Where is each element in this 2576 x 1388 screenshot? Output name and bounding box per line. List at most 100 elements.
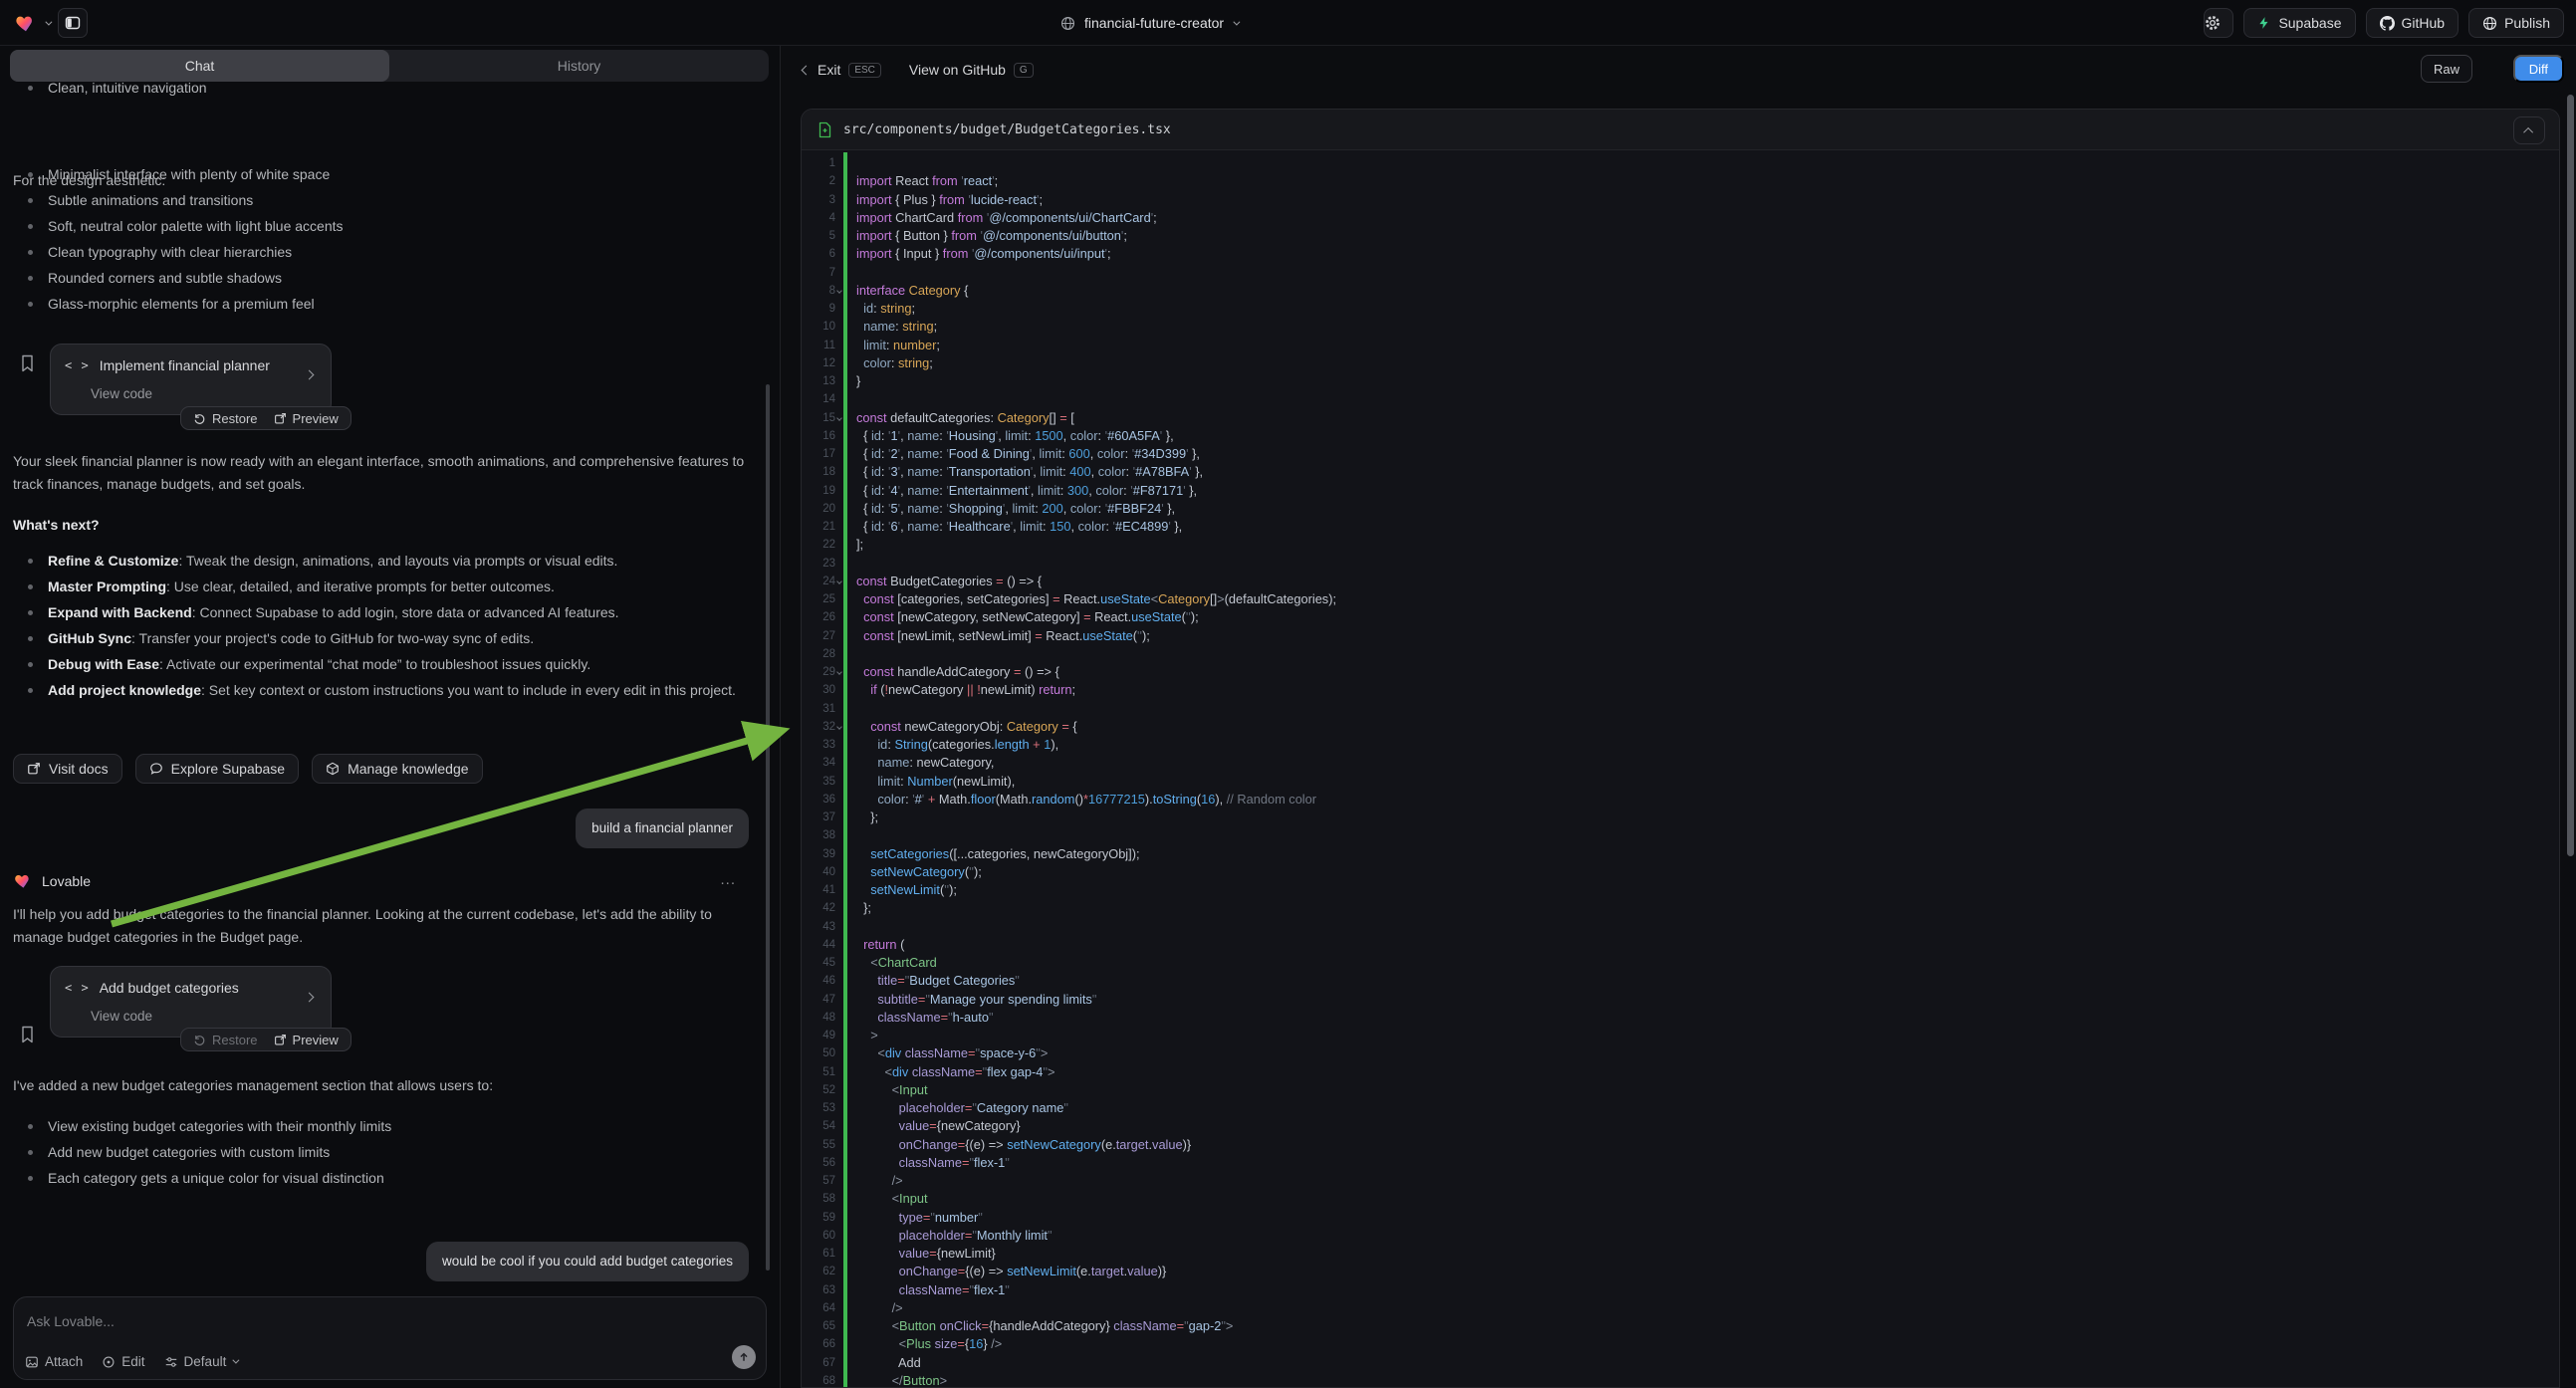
code-line: 45 <ChartCard [802,954,2559,972]
line-number: 54 [802,1117,835,1135]
file-added-icon [818,121,832,138]
fold-chevron-icon[interactable] [836,578,842,584]
line-number: 1 [802,154,835,172]
code-header: Exit esc View on GitHub G Raw Diff [781,46,2576,94]
line-number: 58 [802,1190,835,1208]
github-button[interactable]: GitHub [2366,8,2459,38]
code-line: 30 if (!newCategory || !newLimit) return… [802,681,2559,699]
line-number: 14 [802,390,835,408]
code-line: 34 name: newCategory, [802,754,2559,772]
preview-button[interactable]: Preview [274,1033,339,1047]
line-number: 6 [802,245,835,263]
quick-actions: Visit docs Explore Supabase Manage knowl… [13,754,483,784]
list-item: GitHub Sync: Transfer your project's cod… [13,625,755,651]
mode-selector[interactable]: Default [164,1354,238,1369]
view-code-link[interactable]: View code [91,1009,152,1024]
chat-input[interactable]: Ask Lovable... [27,1313,115,1329]
list-item: Debug with Ease: Activate our experiment… [13,651,755,677]
code-line: 54 value={newCategory} [802,1117,2559,1135]
raw-toggle-button[interactable]: Raw [2421,55,2472,83]
bookmark-icon[interactable] [20,1026,35,1043]
attach-button[interactable]: Attach [25,1354,83,1369]
assistant-message: I'll help you add budget categories to t… [13,903,758,949]
list-item: Refine & Customize: Tweak the design, an… [13,548,755,574]
external-link-icon [27,762,41,776]
code-line: 21 { id: '6', name: 'Healthcare', limit:… [802,518,2559,536]
restore-button[interactable]: Restore [193,1033,258,1047]
line-number: 56 [802,1154,835,1172]
settings-button[interactable] [2204,8,2233,38]
external-link-icon [274,412,287,425]
code-line: 28 [802,645,2559,663]
line-number: 29 [802,663,835,681]
line-number: 46 [802,972,835,990]
code-line: 27 const [newLimit, setNewLimit] = React… [802,627,2559,645]
version-card-implement-financial-planner[interactable]: < >Implement financial planner View code [50,344,332,415]
file-header[interactable]: src/components/budget/BudgetCategories.t… [802,110,2559,150]
code-line: 66 <Plus size={16} /> [802,1335,2559,1353]
code-line: 53 placeholder="Category name" [802,1099,2559,1117]
code-scrollbar[interactable] [2567,95,2574,856]
explore-supabase-button[interactable]: Explore Supabase [135,754,299,784]
globe-icon [1060,16,1075,31]
chevron-right-icon [305,370,315,380]
design-bullet-list: Minimalist interface with plenty of whit… [13,161,758,317]
exit-button[interactable]: Exit esc [803,62,881,78]
list-item: Add project knowledge: Set key context o… [13,677,755,703]
edit-button[interactable]: Edit [102,1354,144,1369]
project-switcher[interactable]: financial-future-creator [1060,0,1238,46]
chat-scrollbar[interactable] [766,384,770,1271]
code-line: 25 const [categories, setCategories] = R… [802,590,2559,608]
fold-chevron-icon[interactable] [836,724,842,730]
line-number: 23 [802,555,835,573]
code-line: 23 [802,555,2559,573]
code-line: 7 [802,264,2559,282]
list-item: Each category gets a unique color for vi… [13,1165,758,1191]
line-number: 50 [802,1044,835,1062]
view-on-github-button[interactable]: View on GitHub G [909,62,1034,78]
line-number: 47 [802,991,835,1009]
assistant-message: I've added a new budget categories manag… [13,1074,758,1097]
publish-button[interactable]: Publish [2468,8,2564,38]
restore-button[interactable]: Restore [193,411,258,426]
code-line: 55 onChange={(e) => setNewCategory(e.tar… [802,1136,2559,1154]
view-code-link[interactable]: View code [91,386,152,401]
line-number: 67 [802,1354,835,1372]
lovable-logo-icon[interactable] [15,12,37,34]
added-bullet-list: View existing budget categories with the… [13,1113,758,1191]
manage-knowledge-button[interactable]: Manage knowledge [312,754,482,784]
code-line: 17 { id: '2', name: 'Food & Dining', lim… [802,445,2559,463]
line-number: 57 [802,1172,835,1190]
chevron-up-icon [2523,126,2533,136]
logo-menu-chevron-icon[interactable] [45,18,52,25]
preview-button[interactable]: Preview [274,411,339,426]
line-number: 33 [802,736,835,754]
line-number: 18 [802,463,835,481]
supabase-button[interactable]: Supabase [2243,8,2355,38]
diff-toggle-button[interactable]: Diff [2513,55,2564,83]
code-line: 2import React from 'react'; [802,172,2559,190]
line-number: 22 [802,536,835,554]
code-line: 22]; [802,536,2559,554]
fold-chevron-icon[interactable] [836,415,842,421]
code-line: 48 className="h-auto" [802,1009,2559,1027]
line-number: 53 [802,1099,835,1117]
message-options-icon[interactable]: ... [720,871,736,888]
code-line: 35 limit: Number(newLimit), [802,773,2559,791]
lovable-app: financial-future-creator Supabase GitHub [0,0,2576,1388]
publish-globe-icon [2482,16,2497,31]
bookmark-icon[interactable] [20,354,35,372]
code-line: 51 <div className="flex gap-4"> [802,1063,2559,1081]
fold-chevron-icon[interactable] [836,669,842,675]
code-line: 59 type="number" [802,1209,2559,1227]
fold-chevron-icon[interactable] [836,288,842,294]
visit-docs-button[interactable]: Visit docs [13,754,122,784]
sidebar-panel-icon [65,15,81,31]
toggle-sidebar-button[interactable] [58,8,88,38]
code-line: 15const defaultCategories: Category[] = … [802,409,2559,427]
code-icon: < > [65,358,90,372]
code-line: 61 value={newLimit} [802,1245,2559,1263]
send-button[interactable] [732,1345,756,1369]
list-item: View existing budget categories with the… [13,1113,758,1139]
collapse-file-button[interactable] [2513,116,2545,144]
